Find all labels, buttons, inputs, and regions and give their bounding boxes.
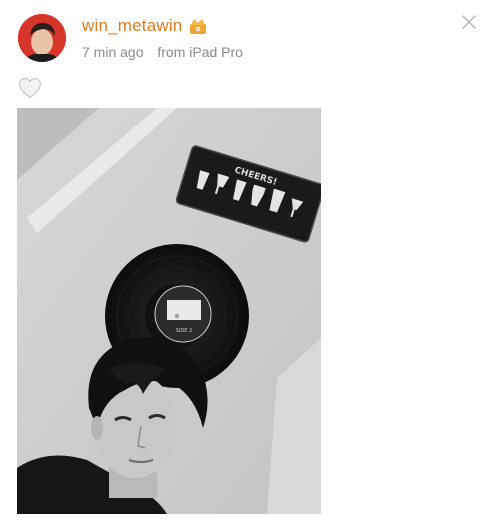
post-photo[interactable]: CHEERS! SIDE 2 bbox=[17, 108, 321, 514]
close-icon bbox=[462, 15, 476, 29]
avatar[interactable] bbox=[18, 14, 66, 62]
username-row: win_metawin bbox=[82, 16, 208, 36]
username-link[interactable]: win_metawin bbox=[82, 16, 182, 36]
post-source: from iPad Pro bbox=[157, 44, 243, 60]
post-meta: 7 min ago from iPad Pro bbox=[82, 44, 243, 60]
photo-image: CHEERS! SIDE 2 bbox=[17, 108, 321, 514]
close-button[interactable] bbox=[461, 14, 477, 30]
record-label-text: SIDE 2 bbox=[176, 328, 192, 334]
post-time: 7 min ago bbox=[82, 44, 144, 60]
crown-badge-icon bbox=[188, 17, 208, 35]
heart-icon bbox=[18, 77, 42, 99]
like-button[interactable] bbox=[18, 77, 42, 99]
avatar-image bbox=[18, 14, 66, 62]
post-card: win_metawin 7 min ago from iPad Pro CHEE… bbox=[0, 0, 493, 525]
